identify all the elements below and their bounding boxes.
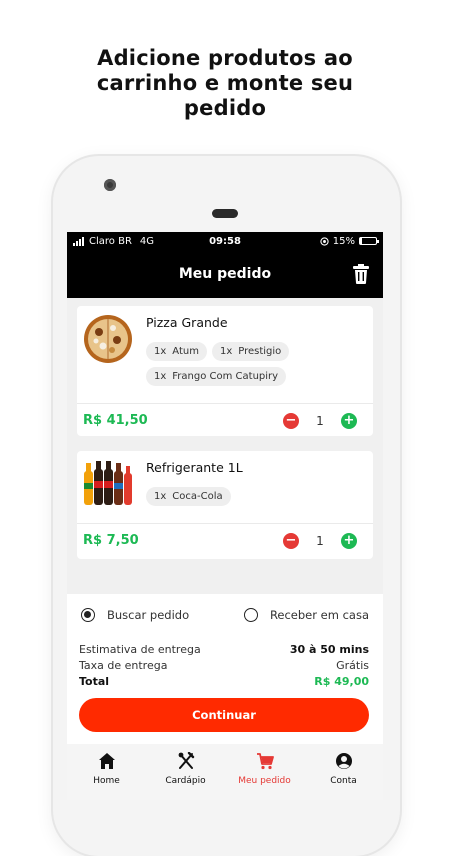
tab-home[interactable]: Home xyxy=(67,744,146,800)
quantity-value: 1 xyxy=(316,534,324,548)
fee-row: Taxa de entrega Grátis xyxy=(79,658,369,674)
phone-screen: Claro BR 4G 09:58 15% Meu pedido Pizza G… xyxy=(67,232,383,800)
item-price: R$ 7,50 xyxy=(83,533,139,548)
quantity-value: 1 xyxy=(316,414,324,428)
carrier-name: Claro BR xyxy=(89,235,132,247)
tab-menu[interactable]: Cardápio xyxy=(146,744,225,800)
phone-camera xyxy=(104,179,116,191)
cart-item-pizza: Pizza Grande 1x Atum 1x Prestigio 1x Frango… xyxy=(77,306,373,436)
tab-label: Home xyxy=(93,776,120,786)
order-summary-panel: Buscar pedido Receber em casa Estimativa… xyxy=(67,594,383,744)
status-bar: Claro BR 4G 09:58 15% xyxy=(67,232,383,250)
option-chips: 1x Coca-Cola xyxy=(146,487,366,506)
estimate-label: Estimativa de entrega xyxy=(79,643,201,656)
estimate-row: Estimativa de entrega 30 à 50 mins xyxy=(79,642,369,658)
increase-button[interactable]: + xyxy=(341,413,357,429)
continue-button[interactable]: Continuar xyxy=(79,698,369,732)
pickup-radio[interactable] xyxy=(81,608,95,622)
total-row: Total R$ 49,00 xyxy=(79,674,369,690)
account-icon xyxy=(335,753,352,769)
home-delivery-radio[interactable] xyxy=(243,608,258,622)
option-chip: 1x Atum xyxy=(146,342,207,361)
pizza-image xyxy=(84,315,132,363)
product-name: Pizza Grande xyxy=(146,315,228,330)
divider xyxy=(77,403,373,404)
signal-icon xyxy=(73,236,84,246)
summary: Estimativa de entrega 30 à 50 mins Taxa … xyxy=(79,642,369,690)
option-chip: 1x Frango Com Catupiry xyxy=(146,367,287,386)
battery-icon xyxy=(359,237,379,245)
tab-label: Conta xyxy=(330,776,357,786)
tab-account[interactable]: Conta xyxy=(304,744,383,800)
tab-bar: Home Cardápio Meu pedido Conta xyxy=(67,744,383,800)
fee-label: Taxa de entrega xyxy=(79,659,168,672)
quantity-stepper: − 1 + xyxy=(283,413,357,429)
network-type: 4G xyxy=(139,235,155,247)
tab-label: Meu pedido xyxy=(238,776,291,786)
decrease-button[interactable]: − xyxy=(283,533,299,549)
utensils-icon xyxy=(178,752,194,769)
phone-speaker xyxy=(212,209,238,218)
estimate-value: 30 à 50 mins xyxy=(289,643,369,656)
cart-icon xyxy=(256,753,274,770)
home-delivery-option[interactable]: Receber em casa xyxy=(243,608,369,622)
option-chip: 1x Coca-Cola xyxy=(146,487,231,506)
option-chips: 1x Atum 1x Prestigio 1x Frango Com Catupiry xyxy=(146,342,366,386)
decrease-button[interactable]: − xyxy=(283,413,299,429)
soda-bottles-image xyxy=(84,461,132,505)
total-value: R$ 49,00 xyxy=(314,675,369,688)
increase-button[interactable]: + xyxy=(341,533,357,549)
headline-line-2: carrinho e monte seu xyxy=(96,71,354,95)
headline: Adicione produtos ao carrinho e monte se… xyxy=(0,46,450,121)
trash-icon[interactable] xyxy=(353,264,369,284)
quantity-stepper: − 1 + xyxy=(283,533,357,549)
home-icon xyxy=(98,753,115,769)
headline-line-1: Adicione produtos ao xyxy=(97,46,353,70)
cart-item-soda: Refrigerante 1L 1x Coca-Cola R$ 7,50 − 1 … xyxy=(77,451,373,559)
delivery-options: Buscar pedido Receber em casa xyxy=(81,608,369,622)
battery-percent: 15% xyxy=(332,235,355,247)
tab-my-order[interactable]: Meu pedido xyxy=(225,744,304,800)
battery-fill xyxy=(360,238,363,244)
headline-line-3: pedido xyxy=(183,96,267,120)
page-title: Meu pedido xyxy=(178,266,272,282)
divider xyxy=(77,523,373,524)
total-label: Total xyxy=(79,675,110,688)
fee-value: Grátis xyxy=(336,659,369,672)
orientation-lock-icon xyxy=(320,236,329,246)
pickup-option[interactable]: Buscar pedido xyxy=(81,608,189,622)
home-delivery-label: Receber em casa xyxy=(269,608,369,622)
option-chip: 1x Prestigio xyxy=(211,342,290,361)
tab-label: Cardápio xyxy=(165,776,206,786)
product-name: Refrigerante 1L xyxy=(146,460,243,475)
pickup-label: Buscar pedido xyxy=(107,608,190,622)
item-price: R$ 41,50 xyxy=(83,413,148,428)
app-header: Meu pedido xyxy=(67,250,383,298)
